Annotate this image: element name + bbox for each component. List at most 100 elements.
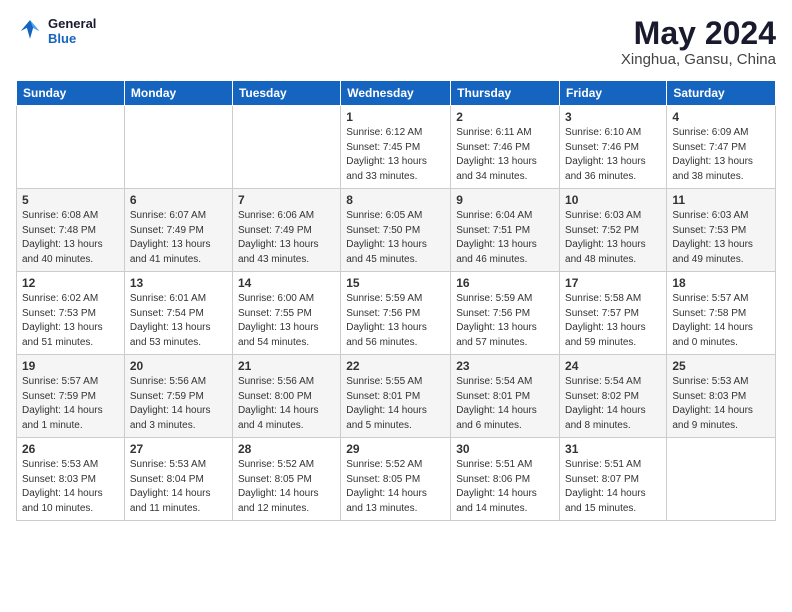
day-number: 9 xyxy=(456,193,554,207)
calendar-cell: 7 Sunrise: 6:06 AM Sunset: 7:49 PM Daylig… xyxy=(232,189,340,272)
calendar-cell: 10Sunrise: 6:03 AM Sunset: 7:52 PM Dayli… xyxy=(560,189,667,272)
day-number: 29 xyxy=(346,442,445,456)
day-info: Sunrise: 5:53 AM Sunset: 8:03 PM Dayligh… xyxy=(22,458,119,516)
calendar-cell: 28 Sunrise: 5:52 AM Sunset: 8:05 PM Dayli… xyxy=(232,438,340,521)
calendar-cell: 2 Sunrise: 6:11 AM Sunset: 7:46 PM Daylig… xyxy=(451,106,560,189)
day-number: 1 xyxy=(346,110,445,124)
day-info: Sunrise: 5:59 AM Sunset: 7:56 PM Dayligh… xyxy=(456,292,554,350)
day-info: Sunrise: 5:53 AM Sunset: 8:03 PM Dayligh… xyxy=(672,375,770,433)
logo: General Blue xyxy=(16,16,96,46)
calendar-cell: 11 Sunrise: 6:03 AM Sunset: 7:53 PM Dayli… xyxy=(667,189,776,272)
page-header: General Blue May 2024 Xinghua, Gansu, Ch… xyxy=(16,16,776,68)
day-header-monday: Monday xyxy=(124,81,232,106)
calendar-cell xyxy=(124,106,232,189)
day-number: 18 xyxy=(672,276,770,290)
day-info: Sunrise: 6:02 AM Sunset: 7:53 PM Dayligh… xyxy=(22,292,119,350)
day-info: Sunrise: 6:06 AM Sunset: 7:49 PM Dayligh… xyxy=(238,209,335,267)
calendar-cell: 4 Sunrise: 6:09 AM Sunset: 7:47 PM Daylig… xyxy=(667,106,776,189)
calendar-subtitle: Xinghua, Gansu, China xyxy=(621,51,776,68)
day-info: Sunrise: 6:05 AM Sunset: 7:50 PM Dayligh… xyxy=(346,209,445,267)
calendar-cell: 20Sunrise: 5:56 AM Sunset: 7:59 PM Dayli… xyxy=(124,355,232,438)
calendar-table: SundayMondayTuesdayWednesdayThursdayFrid… xyxy=(16,80,776,521)
day-number: 25 xyxy=(672,359,770,373)
day-number: 16 xyxy=(456,276,554,290)
calendar-cell: 14 Sunrise: 6:00 AM Sunset: 7:55 PM Dayli… xyxy=(232,272,340,355)
calendar-cell: 19Sunrise: 5:57 AM Sunset: 7:59 PM Dayli… xyxy=(17,355,125,438)
calendar-cell xyxy=(232,106,340,189)
calendar-week-row: 19Sunrise: 5:57 AM Sunset: 7:59 PM Dayli… xyxy=(17,355,776,438)
day-info: Sunrise: 6:09 AM Sunset: 7:47 PM Dayligh… xyxy=(672,126,770,184)
day-header-friday: Friday xyxy=(560,81,667,106)
day-number: 27 xyxy=(130,442,227,456)
calendar-cell: 27 Sunrise: 5:53 AM Sunset: 8:04 PM Dayli… xyxy=(124,438,232,521)
day-number: 3 xyxy=(565,110,661,124)
calendar-cell: 5 Sunrise: 6:08 AM Sunset: 7:48 PM Daylig… xyxy=(17,189,125,272)
calendar-cell xyxy=(667,438,776,521)
day-number: 5 xyxy=(22,193,119,207)
day-info: Sunrise: 5:51 AM Sunset: 8:07 PM Dayligh… xyxy=(565,458,661,516)
calendar-cell: 9Sunrise: 6:04 AM Sunset: 7:51 PM Daylig… xyxy=(451,189,560,272)
calendar-cell: 6Sunrise: 6:07 AM Sunset: 7:49 PM Daylig… xyxy=(124,189,232,272)
calendar-cell xyxy=(17,106,125,189)
day-info: Sunrise: 5:56 AM Sunset: 7:59 PM Dayligh… xyxy=(130,375,227,433)
day-info: Sunrise: 5:52 AM Sunset: 8:05 PM Dayligh… xyxy=(238,458,335,516)
day-info: Sunrise: 6:11 AM Sunset: 7:46 PM Dayligh… xyxy=(456,126,554,184)
calendar-cell: 16 Sunrise: 5:59 AM Sunset: 7:56 PM Dayli… xyxy=(451,272,560,355)
day-info: Sunrise: 6:10 AM Sunset: 7:46 PM Dayligh… xyxy=(565,126,661,184)
day-number: 30 xyxy=(456,442,554,456)
day-info: Sunrise: 5:55 AM Sunset: 8:01 PM Dayligh… xyxy=(346,375,445,433)
calendar-cell: 13 Sunrise: 6:01 AM Sunset: 7:54 PM Dayli… xyxy=(124,272,232,355)
calendar-week-row: 26 Sunrise: 5:53 AM Sunset: 8:03 PM Dayli… xyxy=(17,438,776,521)
day-number: 4 xyxy=(672,110,770,124)
calendar-cell: 24Sunrise: 5:54 AM Sunset: 8:02 PM Dayli… xyxy=(560,355,667,438)
day-info: Sunrise: 6:03 AM Sunset: 7:53 PM Dayligh… xyxy=(672,209,770,267)
day-info: Sunrise: 6:07 AM Sunset: 7:49 PM Dayligh… xyxy=(130,209,227,267)
day-info: Sunrise: 5:57 AM Sunset: 7:58 PM Dayligh… xyxy=(672,292,770,350)
day-number: 22 xyxy=(346,359,445,373)
logo-blue: Blue xyxy=(48,31,96,46)
calendar-week-row: 5 Sunrise: 6:08 AM Sunset: 7:48 PM Daylig… xyxy=(17,189,776,272)
day-number: 11 xyxy=(672,193,770,207)
day-info: Sunrise: 5:58 AM Sunset: 7:57 PM Dayligh… xyxy=(565,292,661,350)
calendar-cell: 29 Sunrise: 5:52 AM Sunset: 8:05 PM Dayli… xyxy=(341,438,451,521)
day-header-thursday: Thursday xyxy=(451,81,560,106)
day-number: 26 xyxy=(22,442,119,456)
calendar-cell: 17 Sunrise: 5:58 AM Sunset: 7:57 PM Dayli… xyxy=(560,272,667,355)
title-block: May 2024 Xinghua, Gansu, China xyxy=(621,16,776,68)
day-header-wednesday: Wednesday xyxy=(341,81,451,106)
day-number: 14 xyxy=(238,276,335,290)
day-info: Sunrise: 6:12 AM Sunset: 7:45 PM Dayligh… xyxy=(346,126,445,184)
calendar-title: May 2024 xyxy=(621,16,776,51)
day-number: 2 xyxy=(456,110,554,124)
day-number: 24 xyxy=(565,359,661,373)
calendar-cell: 8 Sunrise: 6:05 AM Sunset: 7:50 PM Daylig… xyxy=(341,189,451,272)
day-number: 15 xyxy=(346,276,445,290)
day-info: Sunrise: 5:53 AM Sunset: 8:04 PM Dayligh… xyxy=(130,458,227,516)
day-header-tuesday: Tuesday xyxy=(232,81,340,106)
day-number: 13 xyxy=(130,276,227,290)
calendar-cell: 30 Sunrise: 5:51 AM Sunset: 8:06 PM Dayli… xyxy=(451,438,560,521)
day-number: 31 xyxy=(565,442,661,456)
logo-bird-icon xyxy=(16,17,44,45)
day-number: 8 xyxy=(346,193,445,207)
day-number: 10 xyxy=(565,193,661,207)
day-number: 17 xyxy=(565,276,661,290)
calendar-cell: 31 Sunrise: 5:51 AM Sunset: 8:07 PM Dayli… xyxy=(560,438,667,521)
day-number: 12 xyxy=(22,276,119,290)
calendar-cell: 22 Sunrise: 5:55 AM Sunset: 8:01 PM Dayli… xyxy=(341,355,451,438)
day-info: Sunrise: 6:01 AM Sunset: 7:54 PM Dayligh… xyxy=(130,292,227,350)
calendar-cell: 12 Sunrise: 6:02 AM Sunset: 7:53 PM Dayli… xyxy=(17,272,125,355)
logo-general: General xyxy=(48,16,96,31)
day-number: 19 xyxy=(22,359,119,373)
day-info: Sunrise: 5:51 AM Sunset: 8:06 PM Dayligh… xyxy=(456,458,554,516)
calendar-cell: 23Sunrise: 5:54 AM Sunset: 8:01 PM Dayli… xyxy=(451,355,560,438)
day-info: Sunrise: 5:52 AM Sunset: 8:05 PM Dayligh… xyxy=(346,458,445,516)
day-info: Sunrise: 6:00 AM Sunset: 7:55 PM Dayligh… xyxy=(238,292,335,350)
day-number: 28 xyxy=(238,442,335,456)
calendar-cell: 26 Sunrise: 5:53 AM Sunset: 8:03 PM Dayli… xyxy=(17,438,125,521)
day-info: Sunrise: 6:08 AM Sunset: 7:48 PM Dayligh… xyxy=(22,209,119,267)
day-number: 21 xyxy=(238,359,335,373)
calendar-cell: 18 Sunrise: 5:57 AM Sunset: 7:58 PM Dayli… xyxy=(667,272,776,355)
calendar-header-row: SundayMondayTuesdayWednesdayThursdayFrid… xyxy=(17,81,776,106)
day-number: 7 xyxy=(238,193,335,207)
